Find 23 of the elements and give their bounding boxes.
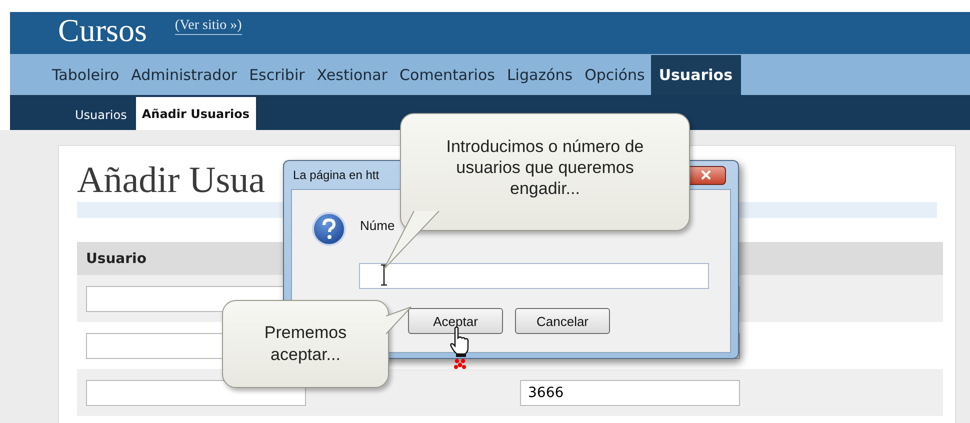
input-field[interactable] [359, 263, 709, 289]
dialog-button[interactable]: Cancelar [515, 308, 610, 334]
nav-tab[interactable]: Escribir [243, 65, 311, 95]
nav-tab[interactable]: Ligazóns [500, 65, 579, 95]
subnav-tab[interactable]: Usuarios [66, 108, 136, 130]
dialog-title: La página en htt [293, 168, 380, 182]
nav-tab[interactable]: Comentarios [394, 65, 501, 95]
nav-tab[interactable]: Xestionar [310, 65, 394, 95]
text-cursor-icon [380, 264, 388, 286]
nav-tab[interactable]: Opcións [578, 65, 651, 95]
nav-tab[interactable]: Taboleiro [46, 65, 126, 95]
callout-text: Prememos aceptar... [263, 322, 348, 366]
subnav-tab[interactable]: Añadir Usuarios [136, 97, 256, 130]
view-site-link[interactable]: (Ver sitio ») [174, 18, 242, 35]
close-icon [699, 170, 713, 180]
dialog-prompt: Núme [360, 218, 395, 233]
nav-tab[interactable]: Usuarios [650, 55, 741, 95]
site-title: Cursos [58, 12, 147, 48]
column-header: Usuario [86, 250, 146, 266]
dialog-button[interactable]: Aceptar [408, 308, 503, 334]
input-field[interactable]: 3666 [520, 380, 740, 406]
question-icon [311, 211, 347, 247]
nav-tab[interactable]: Administrador [125, 65, 244, 95]
